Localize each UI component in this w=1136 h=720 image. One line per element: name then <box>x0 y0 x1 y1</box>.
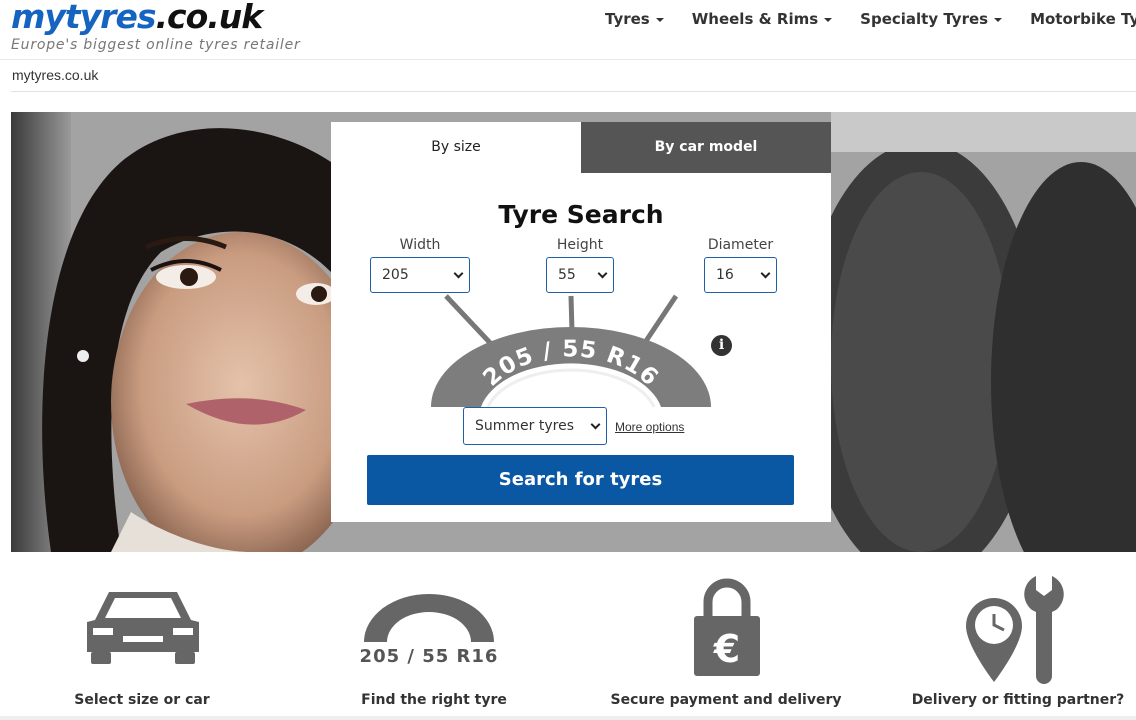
tyre-icon-marking: 205 / 55 R16 <box>360 646 499 667</box>
site-header: mytyres.co.uk Europe's biggest online ty… <box>0 0 1136 60</box>
caret-down-icon <box>994 17 1003 22</box>
euro-symbol: € <box>713 627 740 671</box>
site-logo[interactable]: mytyres.co.uk <box>11 0 263 36</box>
feature-select-size: Select size or car <box>12 570 272 715</box>
main-nav: Tyres Wheels & Rims Specialty Tyres Moto… <box>605 10 1136 28</box>
divider <box>0 716 1136 720</box>
padlock-euro-icon: € <box>694 578 760 676</box>
site-tagline: Europe's biggest online tyres retailer <box>11 37 301 53</box>
width-select[interactable]: 205 <box>370 257 470 293</box>
nav-item-wheels-rims[interactable]: Wheels & Rims <box>691 10 833 28</box>
search-for-tyres-button[interactable]: Search for tyres <box>367 455 794 505</box>
car-icon <box>87 592 199 664</box>
info-icon[interactable]: i <box>711 335 732 356</box>
logo-main: mytyres <box>11 0 156 36</box>
diameter-value: 16 <box>716 267 734 283</box>
nav-item-label: Tyres <box>605 10 650 28</box>
feature-label: Select size or car <box>74 692 210 708</box>
breadcrumb[interactable]: mytyres.co.uk <box>12 67 98 83</box>
tyre-sidewall-illustration: 205 / 55 R16 <box>431 294 711 408</box>
chevron-down-icon <box>597 268 608 279</box>
feature-secure-payment: € Secure payment and delivery <box>596 570 856 715</box>
tab-by-size[interactable]: By size <box>331 122 581 173</box>
chevron-down-icon <box>453 268 464 279</box>
diameter-select[interactable]: 16 <box>704 257 777 293</box>
nav-item-label: Wheels & Rims <box>691 10 819 28</box>
height-value: 55 <box>558 267 576 283</box>
tyre-icon: 205 / 55 R16 <box>360 594 499 667</box>
diameter-label: Diameter <box>707 237 774 253</box>
divider <box>11 91 1136 92</box>
nav-item-label: Specialty Tyres <box>860 10 989 28</box>
logo-suffix: .co.uk <box>155 0 263 36</box>
tab-by-car-model[interactable]: By car model <box>581 122 831 173</box>
height-select[interactable]: 55 <box>546 257 614 293</box>
tyre-search-panel: By size By car model Tyre Search Width H… <box>331 122 831 522</box>
height-label: Height <box>556 237 604 253</box>
feature-find-tyre: 205 / 55 R16 Find the right tyre <box>304 570 564 715</box>
caret-down-icon <box>824 17 833 22</box>
more-options-link[interactable]: More options <box>615 420 684 434</box>
chevron-down-icon <box>590 419 601 430</box>
feature-label: Secure payment and delivery <box>610 692 842 708</box>
caret-down-icon <box>655 17 664 22</box>
location-wrench-icon <box>966 576 1064 684</box>
season-select[interactable]: Summer tyres <box>463 407 607 445</box>
search-title: Tyre Search <box>498 200 664 229</box>
nav-item-label: Motorbike Tyres <box>1030 10 1136 28</box>
season-value: Summer tyres <box>475 418 574 434</box>
nav-item-tyres[interactable]: Tyres <box>605 10 664 28</box>
feature-delivery-fitting: Delivery or fitting partner? <box>888 570 1136 715</box>
width-label: Width <box>399 237 441 253</box>
feature-label: Delivery or fitting partner? <box>911 692 1125 708</box>
nav-item-motorbike-tyres[interactable]: Motorbike Tyres <box>1030 10 1136 28</box>
width-value: 205 <box>382 267 409 283</box>
chevron-down-icon <box>760 268 771 279</box>
nav-item-specialty-tyres[interactable]: Specialty Tyres <box>860 10 1003 28</box>
feature-label: Find the right tyre <box>361 692 507 708</box>
